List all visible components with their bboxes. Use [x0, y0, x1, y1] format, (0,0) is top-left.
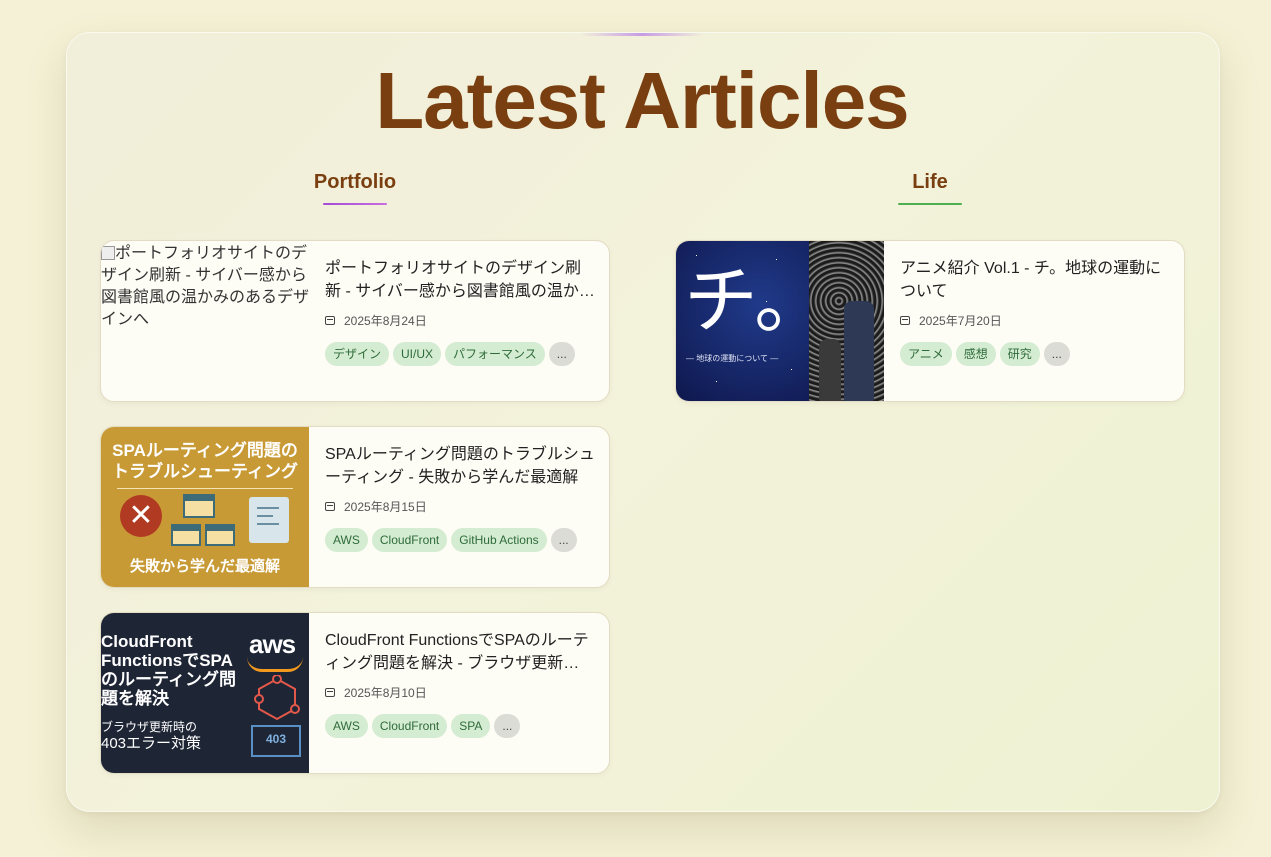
tag-list: AWS CloudFront GitHub Actions ... — [325, 528, 595, 552]
portfolio-heading-label: Portfolio — [313, 171, 397, 193]
tag[interactable]: CloudFront — [371, 714, 448, 738]
article-date: 2025年7月20日 — [919, 314, 1002, 328]
calendar-icon — [900, 316, 910, 325]
tag[interactable]: デザイン — [325, 342, 390, 366]
article-date: 2025年8月10日 — [344, 686, 427, 700]
calendar-icon — [325, 502, 335, 511]
thumbnail-title-glyph: チ。 — [684, 258, 829, 344]
thumbnail-subtitle: ブラウザ更新時の — [101, 720, 198, 734]
tag[interactable]: 研究 — [999, 342, 1040, 366]
tag[interactable]: パフォーマンス — [445, 342, 545, 366]
character-figure — [819, 339, 841, 401]
top-glow-decoration — [580, 33, 704, 36]
document-icon — [249, 497, 289, 543]
aws-logo-text: aws — [249, 629, 296, 659]
calendar-icon — [325, 316, 335, 325]
article-thumbnail[interactable]: ポートフォリオサイトのデザイン刷新 - サイバー感から図書館風の温かみのあるデザ… — [101, 241, 309, 401]
article-thumbnail[interactable]: SPAルーティング問題の トラブルシューティング ✕ 失敗から学んだ最適解 — [101, 427, 309, 587]
character-figure — [844, 301, 874, 401]
tag-list: デザイン UI/UX パフォーマンス ... — [325, 342, 595, 366]
tag[interactable]: UI/UX — [393, 342, 442, 366]
thumbnail-heading: CloudFront FunctionsでSPAのルーティング問題を解決 — [101, 632, 236, 708]
article-date: 2025年8月15日 — [344, 500, 427, 514]
thumbnail-alt-text: ポートフォリオサイトのデザイン刷新 - サイバー感から図書館風の温かみのあるデザ… — [101, 245, 309, 328]
thumbnail-divider — [117, 488, 293, 489]
calendar-icon — [325, 688, 335, 697]
window-icon — [171, 524, 201, 546]
close-x-icon: ✕ — [120, 495, 162, 537]
article-date: 2025年8月24日 — [344, 314, 427, 328]
tag-list: AWS CloudFront SPA ... — [325, 714, 595, 738]
thumbnail-heading-line2: トラブルシューティング — [112, 462, 298, 481]
more-tags-button[interactable]: ... — [1043, 342, 1070, 366]
thumbnail-heading-line1: SPAルーティング問題の — [112, 441, 298, 460]
portfolio-underline — [323, 203, 387, 205]
aws-smile-icon — [247, 657, 303, 672]
more-tags-button[interactable]: ... — [494, 714, 521, 738]
more-tags-button[interactable]: ... — [550, 528, 577, 552]
thumbnail-footer: 失敗から学んだ最適解 — [129, 558, 280, 575]
article-title[interactable]: CloudFront FunctionsでSPAのルーティング問題を解決 - ブ… — [325, 629, 595, 675]
life-heading[interactable]: Life — [830, 171, 1030, 205]
article-thumbnail[interactable]: CloudFront FunctionsでSPAのルーティング問題を解決 ブラウ… — [101, 613, 309, 773]
broken-image-icon — [101, 246, 115, 260]
tag[interactable]: SPA — [451, 714, 491, 738]
article-card-cloudfront-functions[interactable]: CloudFront FunctionsでSPAのルーティング問題を解決 ブラウ… — [100, 612, 610, 774]
more-tags-button[interactable]: ... — [548, 342, 575, 366]
tag[interactable]: GitHub Actions — [451, 528, 547, 552]
tag[interactable]: アニメ — [900, 342, 952, 366]
thumbnail-subtitle-2: 403エラー対策 — [101, 735, 202, 752]
tag[interactable]: 感想 — [955, 342, 996, 366]
article-thumbnail[interactable]: チ。 — 地球の運動について — — [676, 241, 884, 401]
article-card-spa-troubleshooting[interactable]: SPAルーティング問題の トラブルシューティング ✕ 失敗から学んだ最適解 SP… — [100, 426, 610, 588]
life-underline — [898, 203, 962, 205]
portfolio-heading[interactable]: Portfolio — [255, 171, 455, 205]
article-card-portfolio-redesign[interactable]: ポートフォリオサイトのデザイン刷新 - サイバー感から図書館風の温かみのあるデザ… — [100, 240, 610, 402]
tag[interactable]: AWS — [325, 714, 368, 738]
tag-list: アニメ 感想 研究 ... — [900, 342, 1170, 366]
window-icon — [183, 494, 215, 518]
article-title[interactable]: アニメ紹介 Vol.1 - チ。地球の運動について — [900, 257, 1170, 303]
page-title: Latest Articles — [375, 56, 909, 145]
network-hexagon-icon — [254, 675, 300, 721]
thumbnail-subtitle: — 地球の運動について — — [686, 354, 779, 363]
article-title[interactable]: SPAルーティング問題のトラブルシューティング - 失敗から学んだ最適解 — [325, 443, 595, 489]
error-403-badge: 403 — [251, 725, 301, 757]
tag[interactable]: CloudFront — [371, 528, 448, 552]
window-icon — [205, 524, 235, 546]
tag[interactable]: AWS — [325, 528, 368, 552]
article-card-anime-chi[interactable]: チ。 — 地球の運動について — アニメ紹介 Vol.1 - チ。地球の運動につ… — [675, 240, 1185, 402]
article-title[interactable]: ポートフォリオサイトのデザイン刷新 - サイバー感から図書館風の温かみのあるデザ… — [325, 257, 595, 303]
life-heading-label: Life — [912, 171, 948, 193]
